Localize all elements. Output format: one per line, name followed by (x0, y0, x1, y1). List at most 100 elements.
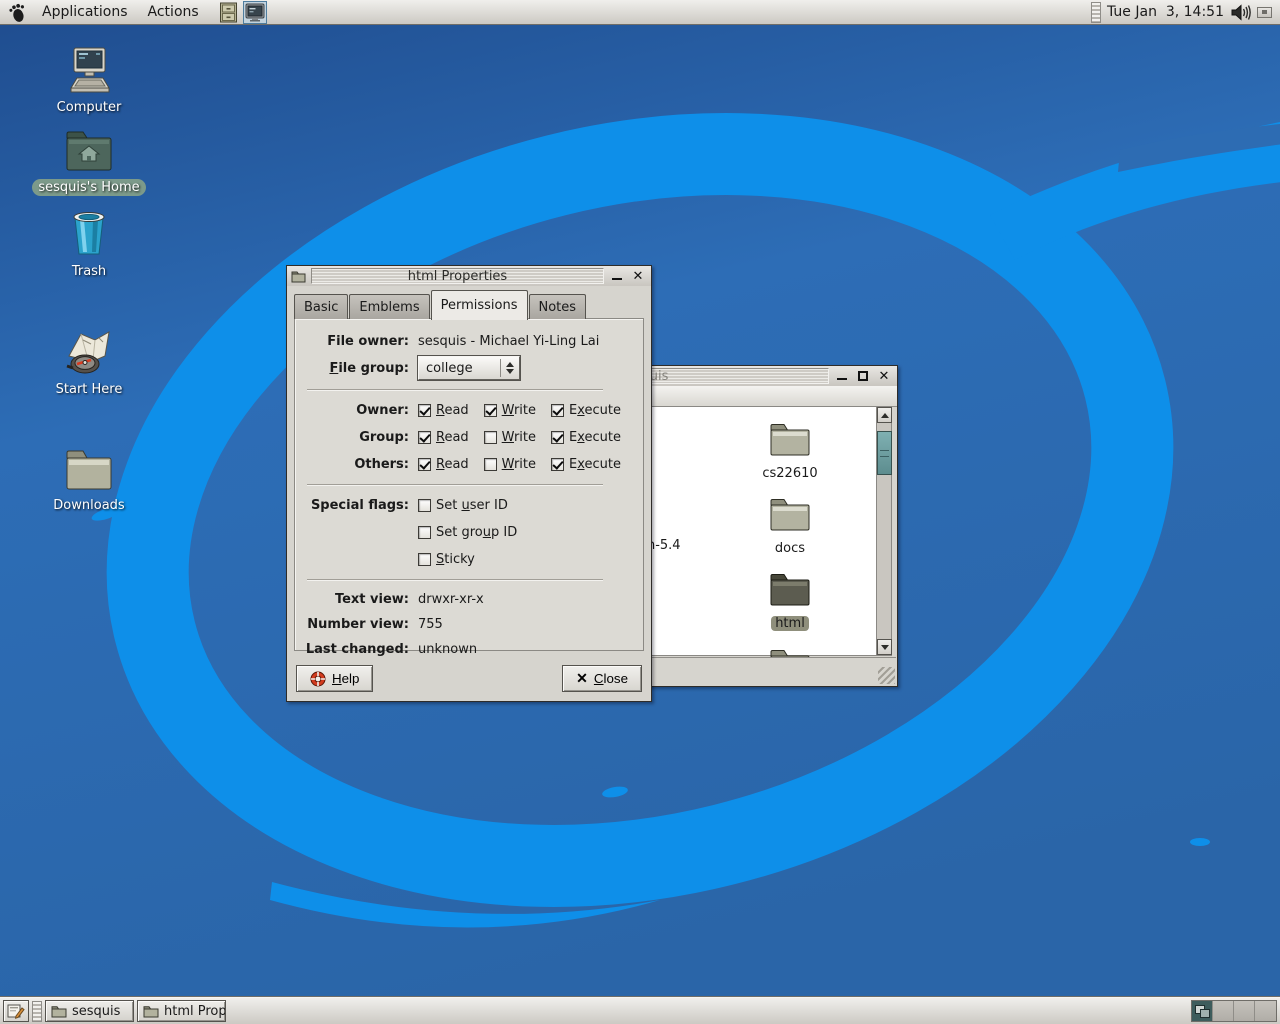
file-group-row: File group: college (295, 353, 643, 383)
desktop-icon-trash[interactable]: Trash (31, 208, 147, 280)
close-button[interactable]: ✕ (876, 368, 892, 384)
desktop-icon-home[interactable]: sesquis's Home (31, 128, 147, 196)
task-button-sesquis[interactable]: sesquis (45, 1000, 134, 1022)
set-user-id-checkbox[interactable]: Set user ID (418, 498, 508, 513)
workspace-cell-3[interactable] (1234, 1001, 1255, 1021)
dialog-titlebar[interactable]: html Properties ✕ (287, 266, 651, 286)
file-group-label: File group: (295, 361, 418, 376)
tab-emblems[interactable]: Emblems (349, 294, 429, 319)
desktop-icon-computer[interactable]: Computer (31, 46, 147, 116)
folder-icon (768, 421, 812, 459)
owner-execute-checkbox[interactable]: Execute (551, 403, 621, 418)
text-view-row: Text view: drwxr-xr-x (295, 587, 643, 612)
permissions-panel: File owner: sesquis - Michael Yi-Ling La… (294, 318, 644, 651)
sticky-row: Sticky (295, 546, 643, 573)
others-execute-checkbox[interactable]: Execute (551, 457, 621, 472)
resize-grip[interactable] (878, 667, 895, 684)
panel-mini-applet-icon[interactable] (1257, 7, 1272, 18)
task-label: html Prope (164, 1004, 226, 1019)
tab-notes[interactable]: Notes (529, 294, 587, 319)
close-button[interactable]: ✕ Close (562, 665, 642, 692)
group-permissions-row: Group: Read Write Execute (295, 424, 643, 451)
file-cabinet-icon (219, 2, 238, 23)
group-execute-checkbox[interactable]: Execute (551, 430, 621, 445)
folder-item-docs[interactable]: docs (745, 496, 835, 556)
file-group-combobox[interactable]: college (418, 356, 520, 380)
number-view-value: 755 (418, 617, 443, 632)
scroll-up-button[interactable] (877, 407, 892, 423)
folder-icon (291, 270, 306, 283)
others-read-checkbox[interactable]: Read (418, 457, 469, 472)
applet-handle[interactable] (1091, 2, 1101, 23)
owner-write-checkbox[interactable]: Write (484, 403, 536, 418)
panel-clock[interactable]: Tue Jan 3, 14:51 (1101, 4, 1230, 20)
separator (307, 579, 603, 581)
home-folder-icon (63, 128, 115, 176)
special-flags-label: Special flags: (295, 498, 418, 513)
sticky-checkbox[interactable]: Sticky (418, 552, 475, 567)
workspace-cell-4[interactable] (1255, 1001, 1276, 1021)
file-group-value: college (426, 361, 496, 376)
group-write-checkbox[interactable]: Write (484, 430, 536, 445)
bottom-panel: sesquis html Prope (0, 997, 1280, 1024)
file-owner-label: File owner: (295, 334, 418, 349)
file-manager-launcher[interactable] (217, 1, 241, 24)
group-read-checkbox[interactable]: Read (418, 430, 469, 445)
computer-icon (63, 46, 115, 96)
folder-label: cs22610 (758, 466, 821, 481)
number-view-row: Number view: 755 (295, 612, 643, 637)
folder-label: docs (771, 541, 809, 556)
tab-permissions[interactable]: Permissions (431, 290, 528, 320)
last-changed-row: Last changed: unknown (295, 637, 643, 662)
tasklist-handle[interactable] (32, 1001, 42, 1022)
help-lifering-icon (310, 671, 326, 687)
text-view-value: drwxr-xr-x (418, 592, 484, 607)
desktop-icon-downloads[interactable]: Downloads (31, 446, 147, 514)
workspace-cell-2[interactable] (1213, 1001, 1234, 1021)
task-label: sesquis (72, 1004, 120, 1019)
terminal-icon (245, 3, 265, 22)
separator (307, 484, 603, 486)
desktop-icon-label: sesquis's Home (32, 179, 145, 196)
desktop-icon-label: Trash (66, 263, 112, 280)
others-write-checkbox[interactable]: Write (484, 457, 536, 472)
workspace-cell-1[interactable] (1192, 1001, 1213, 1021)
titlebar-stripes: html Properties (311, 268, 604, 284)
tab-basic[interactable]: Basic (294, 294, 348, 319)
desktop-pencil-icon (7, 1003, 25, 1019)
set-group-id-checkbox[interactable]: Set group ID (418, 525, 517, 540)
owner-read-checkbox[interactable]: Read (418, 403, 469, 418)
volume-speaker-icon[interactable] (1230, 3, 1253, 22)
owner-permissions-row: Owner: Read Write Execute (295, 397, 643, 424)
start-here-icon (61, 326, 117, 378)
maximize-button[interactable] (855, 368, 871, 384)
desktop-icon-label: Downloads (47, 497, 130, 514)
workspace-switcher[interactable] (1191, 1000, 1277, 1022)
folder-item-html[interactable]: html (745, 571, 835, 631)
folder-label: html (771, 616, 809, 631)
task-button-html-properties[interactable]: html Prope (137, 1000, 226, 1022)
properties-dialog[interactable]: html Properties ✕ Basic Emblems Permissi… (286, 265, 652, 702)
file-owner-row: File owner: sesquis - Michael Yi-Ling La… (295, 329, 643, 353)
minimize-button[interactable] (834, 368, 850, 384)
desktop-icon-start-here[interactable]: Start Here (31, 326, 147, 398)
scroll-down-button[interactable] (877, 639, 892, 655)
file-owner-value: sesquis - Michael Yi-Ling Lai (418, 334, 599, 349)
close-x-icon: ✕ (576, 670, 588, 687)
folder-item-cs22610[interactable]: cs22610 (745, 421, 835, 481)
menu-actions[interactable]: Actions (138, 1, 209, 23)
downloads-folder-icon (63, 446, 115, 494)
scrollbar-thumb[interactable] (877, 431, 892, 475)
others-permissions-row: Others: Read Write Execute (295, 451, 643, 478)
menu-applications[interactable]: Applications (32, 1, 138, 23)
minimize-button[interactable] (609, 268, 625, 284)
last-changed-value: unknown (418, 642, 477, 657)
trash-icon (65, 208, 113, 260)
terminal-launcher[interactable] (243, 1, 267, 24)
gnome-foot-icon[interactable] (8, 2, 28, 23)
vertical-scrollbar[interactable] (876, 407, 891, 655)
close-button[interactable]: ✕ (630, 268, 646, 284)
help-button[interactable]: Help (296, 665, 373, 692)
top-panel: Applications Actions Tue Jan 3, 14:51 (0, 0, 1280, 25)
show-desktop-button[interactable] (3, 1000, 29, 1022)
